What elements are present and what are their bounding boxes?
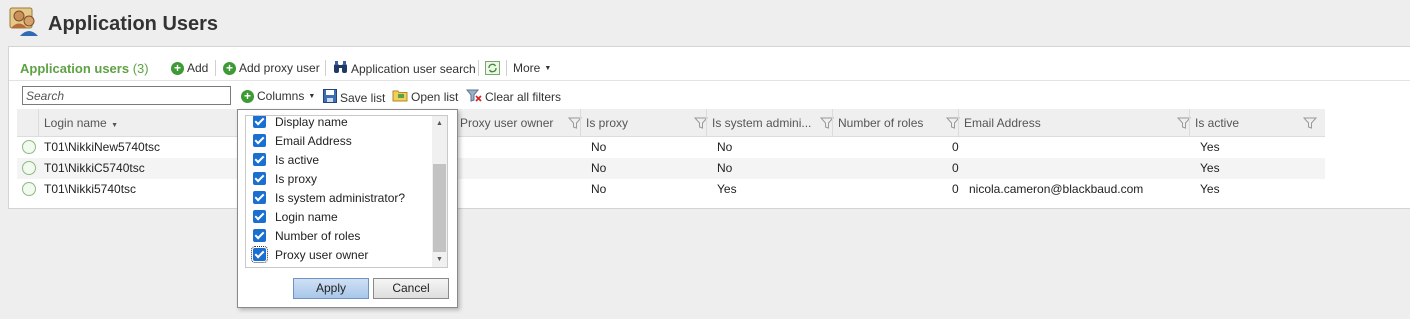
- binoculars-icon: [333, 61, 348, 77]
- refresh-icon: [485, 61, 500, 78]
- save-list-label: Save list: [340, 90, 386, 105]
- add-proxy-user-label: Add proxy user: [239, 61, 320, 75]
- filter-row: + Columns ▼ Save list Open list Clear al…: [9, 81, 1410, 109]
- panel-toolbar: Application users (3) + Add + Add proxy …: [9, 47, 1410, 81]
- clear-all-filters-button[interactable]: Clear all filters: [465, 89, 562, 105]
- application-users-panel: Application users (3) + Add + Add proxy …: [8, 46, 1410, 209]
- expand-row-icon[interactable]: [22, 140, 36, 154]
- email-cell: nicola.cameron@blackbaud.com: [969, 182, 1144, 196]
- page-title: Application Users: [48, 13, 219, 35]
- table-row[interactable]: T01\NikkiNew5740tsc No No 0 Yes: [17, 137, 1325, 158]
- add-button[interactable]: + Add: [171, 61, 208, 75]
- column-option-is-active[interactable]: Is active: [253, 150, 319, 169]
- save-list-button[interactable]: Save list: [323, 89, 385, 106]
- checkbox[interactable]: [253, 153, 266, 166]
- login-name-cell[interactable]: T01\NikkiC5740tsc: [44, 158, 145, 179]
- checkbox[interactable]: [253, 172, 266, 185]
- column-header-is-system-administrator[interactable]: Is system admini...: [706, 109, 832, 137]
- login-name-cell[interactable]: T01\NikkiNew5740tsc: [44, 137, 160, 158]
- column-option-is-system-administrator[interactable]: Is system administrator?: [253, 188, 405, 207]
- toolbar-divider: [325, 60, 326, 76]
- add-icon: +: [171, 61, 184, 75]
- page-header: Application Users: [0, 0, 1410, 46]
- open-list-label: Open list: [411, 90, 459, 104]
- scroll-down-icon[interactable]: ▼: [432, 252, 447, 267]
- record-count: (3): [132, 61, 149, 76]
- column-header-is-active[interactable]: Is active: [1189, 109, 1315, 137]
- columns-chooser-popup: Display name Email Address Is active Is …: [237, 109, 458, 308]
- refresh-button[interactable]: [485, 61, 500, 78]
- add-icon: +: [241, 89, 254, 103]
- column-header-is-proxy[interactable]: Is proxy: [580, 109, 706, 137]
- users-icon: [8, 6, 40, 38]
- columns-list: Display name Email Address Is active Is …: [245, 115, 448, 268]
- column-option-login-name[interactable]: Login name: [253, 207, 338, 226]
- cancel-button[interactable]: Cancel: [373, 278, 449, 299]
- is-active-cell: Yes: [1200, 140, 1220, 154]
- is-admin-cell: No: [717, 140, 733, 154]
- column-option-is-proxy[interactable]: Is proxy: [253, 169, 317, 188]
- table-row[interactable]: T01\NikkiC5740tsc No No 0 Yes: [17, 158, 1325, 179]
- more-label: More: [513, 61, 541, 75]
- more-dropdown[interactable]: More ▼: [513, 61, 551, 75]
- number-of-roles-cell: 0: [952, 161, 959, 175]
- column-option-proxy-user-owner[interactable]: Proxy user owner: [251, 245, 368, 264]
- grid-header: Login name ▼ Proxy user owner Is proxy I…: [17, 109, 1325, 137]
- panel-title: Application users (3): [20, 61, 149, 76]
- column-option-display-name[interactable]: Display name: [253, 116, 348, 131]
- application-user-search-label: Application user search: [351, 62, 476, 76]
- apply-button[interactable]: Apply: [293, 278, 369, 299]
- list-scrollbar[interactable]: ▲ ▼: [432, 116, 447, 267]
- checkbox[interactable]: [253, 134, 266, 147]
- add-proxy-user-button[interactable]: + Add proxy user: [223, 61, 320, 75]
- is-active-cell: Yes: [1200, 182, 1220, 196]
- checkbox[interactable]: [253, 229, 266, 242]
- search-input[interactable]: [22, 86, 231, 105]
- checkbox[interactable]: [253, 191, 266, 204]
- columns-label: Columns: [257, 89, 305, 103]
- save-icon: [323, 89, 337, 106]
- number-of-roles-cell: 0: [952, 140, 959, 154]
- chevron-down-icon: ▼: [544, 64, 552, 72]
- column-header-number-of-roles[interactable]: Number of roles: [832, 109, 958, 137]
- clear-all-filters-label: Clear all filters: [485, 90, 562, 104]
- checkbox[interactable]: [253, 116, 266, 128]
- column-filter-icon[interactable]: [1303, 117, 1317, 129]
- expand-row-icon[interactable]: [22, 161, 36, 175]
- open-list-button[interactable]: Open list: [392, 89, 458, 105]
- sort-descending-icon: ▼: [111, 122, 118, 129]
- checkbox[interactable]: [251, 246, 268, 263]
- column-option-email-address[interactable]: Email Address: [253, 131, 352, 150]
- checkbox[interactable]: [253, 210, 266, 223]
- scrollbar-thumb[interactable]: [433, 164, 446, 252]
- column-header-proxy-user-owner[interactable]: Proxy user owner: [454, 109, 580, 137]
- table-row[interactable]: T01\Nikki5740tsc No Yes 0 nicola.cameron…: [17, 179, 1325, 200]
- is-admin-cell: Yes: [717, 182, 737, 196]
- column-option-number-of-roles[interactable]: Number of roles: [253, 226, 360, 245]
- chevron-down-icon: ▼: [308, 92, 316, 100]
- is-proxy-cell: No: [591, 140, 607, 154]
- add-icon: +: [223, 61, 236, 75]
- toolbar-divider: [215, 60, 216, 76]
- toolbar-divider: [478, 60, 479, 76]
- toolbar-divider: [506, 60, 507, 76]
- column-header-email-address[interactable]: Email Address: [958, 109, 1189, 137]
- is-active-cell: Yes: [1200, 161, 1220, 175]
- column-header-login-name[interactable]: Login name ▼: [38, 109, 233, 137]
- is-proxy-cell: No: [591, 161, 607, 175]
- is-proxy-cell: No: [591, 182, 607, 196]
- columns-button[interactable]: + Columns ▼: [241, 89, 315, 103]
- number-of-roles-cell: 0: [952, 182, 959, 196]
- clear-filter-icon: [465, 89, 482, 105]
- login-name-cell[interactable]: T01\Nikki5740tsc: [44, 179, 136, 200]
- application-user-search-button[interactable]: Application user search: [333, 61, 476, 77]
- is-admin-cell: No: [717, 161, 733, 175]
- folder-icon: [392, 89, 408, 105]
- expand-row-icon[interactable]: [22, 182, 36, 196]
- panel-title-label: Application users: [20, 61, 130, 76]
- scroll-up-icon[interactable]: ▲: [432, 116, 447, 131]
- add-button-label: Add: [187, 61, 209, 75]
